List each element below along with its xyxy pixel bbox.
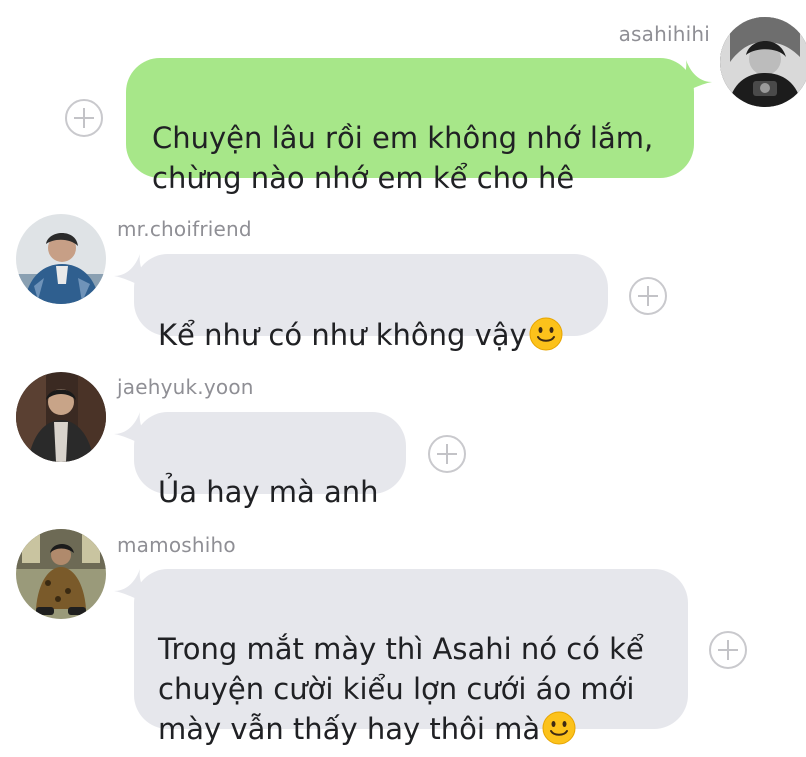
add-reaction-icon[interactable] bbox=[65, 99, 103, 137]
message-text: Ủa hay mà anh bbox=[158, 475, 379, 509]
add-reaction-icon[interactable] bbox=[629, 277, 667, 315]
slightly-smiling-face-icon bbox=[529, 317, 563, 351]
slightly-smiling-face-icon bbox=[542, 711, 576, 745]
message-bubble[interactable]: Chuyện lâu rồi em không nhớ lắm, chừng n… bbox=[126, 58, 694, 195]
sender-name: jaehyuk.yoon bbox=[117, 375, 254, 399]
add-reaction-icon[interactable] bbox=[709, 631, 747, 669]
avatar[interactable] bbox=[16, 372, 106, 462]
avatar[interactable] bbox=[16, 529, 106, 619]
message-text: Chuyện lâu rồi em không nhớ lắm, chừng n… bbox=[152, 121, 654, 195]
message-bubble[interactable]: Trong mắt mày thì Asahi nó có kể chuyện … bbox=[134, 569, 688, 746]
message-bubble[interactable]: Ủa hay mà anh bbox=[134, 412, 406, 509]
message-text: Kể như có như không vậy bbox=[158, 318, 527, 352]
sender-name: asahihihi bbox=[618, 22, 710, 46]
add-reaction-icon[interactable] bbox=[428, 435, 466, 473]
avatar[interactable] bbox=[16, 214, 106, 304]
avatar[interactable] bbox=[720, 17, 806, 107]
sender-name: mamoshiho bbox=[117, 533, 236, 557]
message-bubble[interactable]: Kể như có như không vậy bbox=[134, 254, 608, 352]
sender-name: mr.choifriend bbox=[117, 217, 252, 241]
